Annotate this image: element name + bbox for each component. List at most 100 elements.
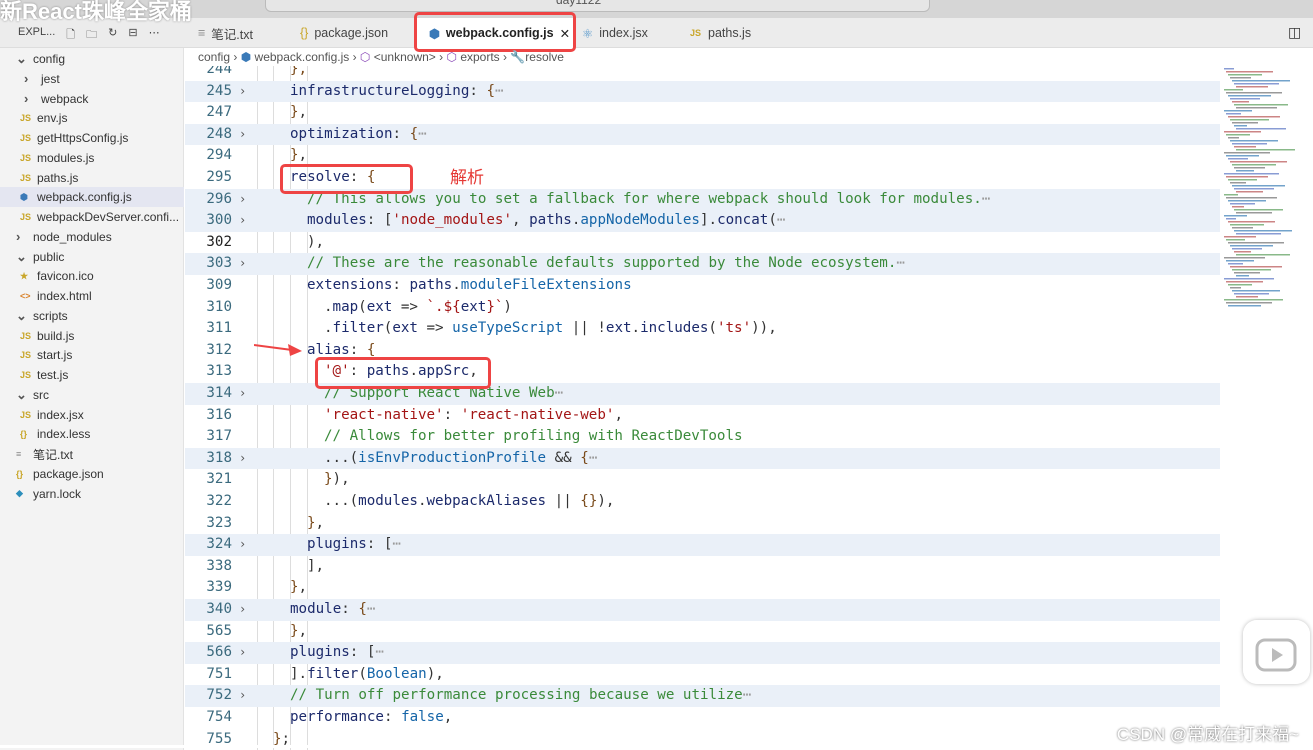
fold-chevron-icon[interactable]: › bbox=[239, 599, 246, 621]
code-line[interactable]: 754 performance: false, bbox=[185, 707, 1220, 729]
tree-item[interactable]: ⌄ config bbox=[0, 49, 184, 69]
code-line[interactable]: 300 › modules: ['node_modules', paths.appN… bbox=[185, 210, 1220, 232]
minimap-line bbox=[1224, 236, 1256, 238]
minimap[interactable] bbox=[1222, 68, 1302, 318]
fold-chevron-icon[interactable]: › bbox=[239, 448, 246, 470]
tab-index-jsx[interactable]: ⚛ index.jsx bbox=[582, 18, 682, 48]
code-line[interactable]: 244}, bbox=[185, 66, 1220, 81]
fold-chevron-icon[interactable]: › bbox=[239, 534, 246, 556]
tree-item[interactable]: {} package.json bbox=[0, 464, 184, 484]
tree-item[interactable]: › webpack bbox=[0, 89, 184, 109]
new-folder-icon[interactable]: 🗀 bbox=[86, 26, 97, 45]
breadcrumb-item[interactable]: resolve bbox=[525, 50, 564, 64]
code-token: alias bbox=[307, 341, 350, 358]
tree-item[interactable]: JS env.js bbox=[0, 108, 184, 128]
code-token: infrastructureLogging bbox=[290, 82, 470, 99]
tree-item[interactable]: JS index.jsx bbox=[0, 405, 184, 425]
code-token: , bbox=[298, 104, 308, 121]
code-line[interactable]: 752 › // Turn off performance processing b… bbox=[185, 685, 1220, 707]
video-progress[interactable] bbox=[0, 745, 783, 748]
line-number: 300 bbox=[206, 212, 232, 229]
tree-item[interactable]: ⌄ scripts bbox=[0, 306, 184, 326]
line-number: 302 bbox=[206, 233, 232, 250]
fold-chevron-icon[interactable]: › bbox=[239, 253, 246, 275]
code-line[interactable]: 317 // Allows for better profiling with R… bbox=[185, 426, 1220, 448]
code-line[interactable]: 751].filter(Boolean), bbox=[185, 664, 1220, 686]
code-line[interactable]: 322 ...(modules.webpackAliases || {}), bbox=[185, 491, 1220, 513]
tab-package-json[interactable]: {} package.json bbox=[300, 18, 415, 48]
code-line[interactable]: 338], bbox=[185, 556, 1220, 578]
fold-chevron-icon[interactable]: › bbox=[239, 383, 246, 405]
react-icon: ⚛ bbox=[582, 26, 594, 41]
tab-label: package.json bbox=[314, 26, 389, 40]
line-number: 323 bbox=[206, 514, 232, 531]
code-token: ) bbox=[503, 298, 512, 315]
chevron-down-icon: ⌄ bbox=[16, 386, 27, 402]
minimap-line bbox=[1224, 194, 1238, 196]
fold-chevron-icon[interactable]: › bbox=[239, 210, 246, 232]
play-button[interactable] bbox=[1243, 620, 1310, 684]
tree-item[interactable]: JS test.js bbox=[0, 365, 184, 385]
code-token: . bbox=[324, 320, 333, 337]
tree-item[interactable]: {} index.less bbox=[0, 424, 184, 444]
code-line[interactable]: 324 › plugins: [⋯ bbox=[185, 534, 1220, 556]
tree-item[interactable]: › node_modules bbox=[0, 227, 184, 247]
breadcrumb-item[interactable]: config bbox=[198, 50, 230, 64]
minimap-line bbox=[1224, 110, 1252, 112]
fold-chevron-icon[interactable]: › bbox=[239, 642, 246, 664]
minimap-line bbox=[1232, 101, 1249, 103]
fold-chevron-icon[interactable]: › bbox=[239, 685, 246, 707]
code-text: plugins: [⋯ bbox=[307, 534, 401, 556]
code-line[interactable]: 565}, bbox=[185, 621, 1220, 643]
code-line[interactable]: 303 › // These are the reasonable defaults… bbox=[185, 253, 1220, 275]
code-line[interactable]: 566 › plugins: [⋯ bbox=[185, 642, 1220, 664]
fold-chevron-icon[interactable]: › bbox=[239, 189, 246, 211]
breadcrumb-item[interactable]: webpack.config.js bbox=[255, 50, 350, 64]
tree-item[interactable]: JS start.js bbox=[0, 345, 184, 365]
fold-chevron-icon[interactable]: › bbox=[239, 81, 246, 103]
tree-item[interactable]: ⬢ webpack.config.js bbox=[0, 187, 184, 208]
command-center-search[interactable]: day1122 bbox=[265, 0, 930, 12]
tab-paths-js[interactable]: JS paths.js bbox=[690, 18, 790, 48]
tree-item[interactable]: JS build.js bbox=[0, 326, 184, 346]
tree-item[interactable]: JS webpackDevServer.confi... bbox=[0, 207, 184, 227]
tree-item[interactable]: ★ favicon.ico bbox=[0, 266, 184, 286]
code-line[interactable]: 339}, bbox=[185, 577, 1220, 599]
code-line[interactable]: 248 › optimization: {⋯ bbox=[185, 123, 1220, 146]
tree-item[interactable]: JS modules.js bbox=[0, 148, 184, 168]
breadcrumb-item[interactable]: <unknown> bbox=[374, 50, 436, 64]
code-line[interactable]: 245 › infrastructureLogging: {⋯ bbox=[185, 80, 1220, 103]
tab-label: paths.js bbox=[708, 26, 752, 40]
code-line[interactable]: 311 .filter(ext => useTypeScript || !ext.… bbox=[185, 318, 1220, 340]
code-text: extensions: paths.moduleFileExtensions bbox=[307, 275, 632, 297]
code-token: : [ bbox=[366, 212, 393, 229]
split-editor-icon[interactable]: ◫ bbox=[1288, 24, 1301, 41]
code-line[interactable]: 321}), bbox=[185, 469, 1220, 491]
tree-item[interactable]: JS getHttpsConfig.js bbox=[0, 128, 184, 148]
tree-item[interactable]: ◆ yarn.lock bbox=[0, 484, 184, 504]
code-line[interactable]: 247}, bbox=[185, 102, 1220, 124]
new-file-icon[interactable]: 🗋 bbox=[66, 26, 75, 45]
tree-item[interactable]: › jest bbox=[0, 69, 184, 89]
code-line[interactable]: 310 .map(ext => `.${ext}`) bbox=[185, 297, 1220, 319]
code-line[interactable]: 318 › ...(isEnvProductionProfile && {⋯ bbox=[185, 447, 1220, 470]
tree-item-label: paths.js bbox=[37, 170, 79, 185]
code-line[interactable]: 302), bbox=[185, 232, 1220, 254]
tree-item[interactable]: ⌄ public bbox=[0, 247, 184, 267]
code-line[interactable]: 340 › module: {⋯ bbox=[185, 599, 1220, 621]
tree-item[interactable]: ≡ 笔记.txt bbox=[0, 444, 184, 464]
collapse-icon[interactable]: ⊟ bbox=[128, 26, 137, 45]
refresh-icon[interactable]: ↻ bbox=[108, 26, 117, 45]
minimap-line bbox=[1234, 167, 1265, 169]
tree-item[interactable]: ⌄ src bbox=[0, 385, 184, 405]
more-icon[interactable]: ⋯ bbox=[149, 26, 160, 45]
tree-item[interactable]: JS paths.js bbox=[0, 168, 184, 188]
code-line[interactable]: 316 'react-native': 'react-native-web', bbox=[185, 405, 1220, 427]
breadcrumb-item[interactable]: exports bbox=[460, 50, 499, 64]
fold-chevron-icon[interactable]: › bbox=[239, 124, 246, 146]
code-token: optimization bbox=[290, 125, 393, 142]
code-line[interactable]: 323}, bbox=[185, 513, 1220, 535]
tab-notes[interactable]: ≡ 笔记.txt bbox=[198, 18, 298, 48]
code-line[interactable]: 309 extensions: paths.moduleFileExtension… bbox=[185, 275, 1220, 297]
tree-item[interactable]: <> index.html bbox=[0, 286, 184, 306]
